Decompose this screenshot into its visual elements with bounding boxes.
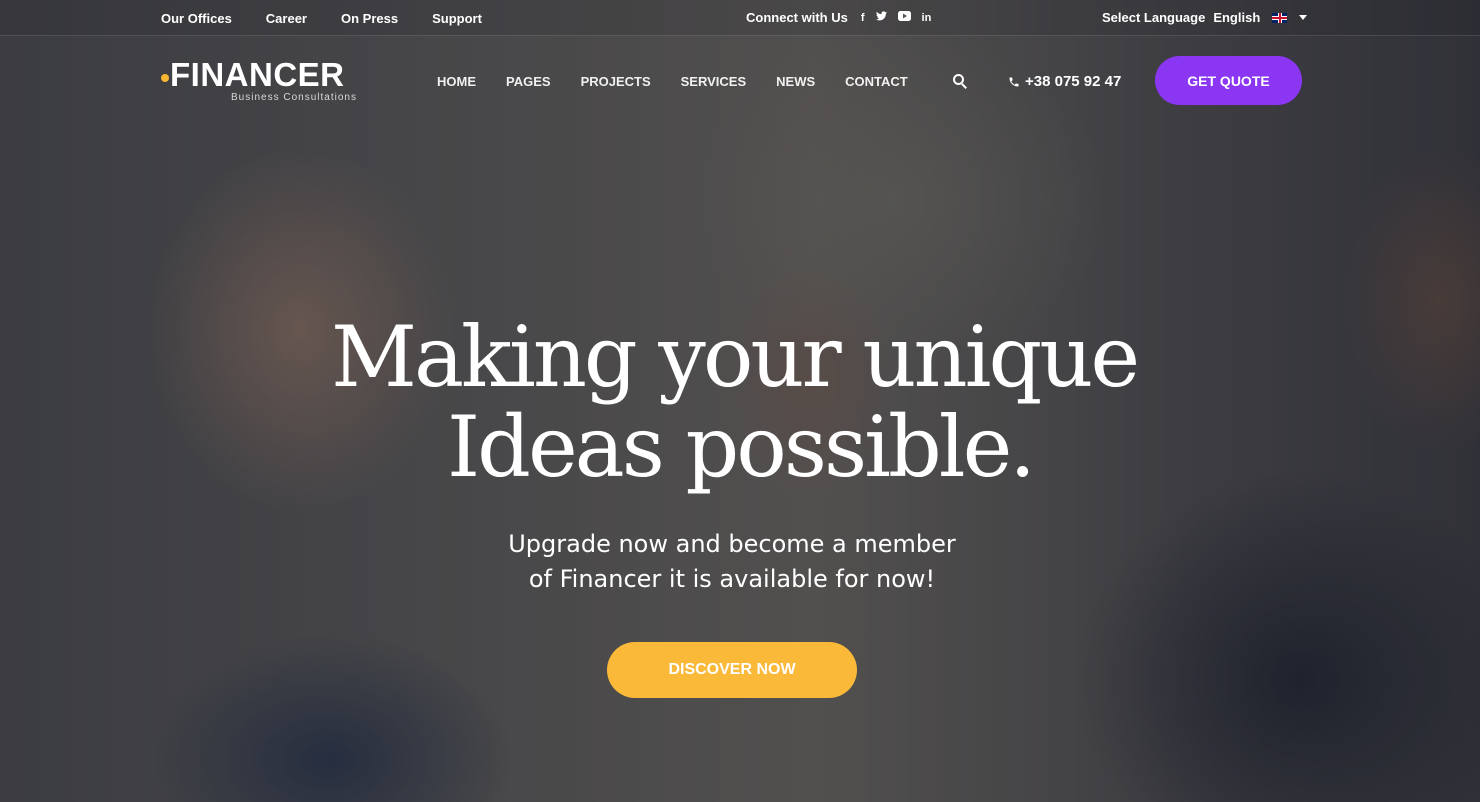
connect-with-us: Connect with Us f in (746, 10, 931, 25)
phone-text: +38 075 92 47 (1025, 73, 1122, 90)
phone-icon (1009, 77, 1019, 86)
logo-wordmark: FINANCER (161, 58, 345, 92)
top-links: Our Offices Career On Press Support (161, 11, 482, 26)
link-support[interactable]: Support (432, 11, 482, 26)
nav-pages[interactable]: PAGES (506, 74, 551, 89)
nav-projects[interactable]: PROJECTS (581, 74, 651, 89)
main-nav: HOME PAGES PROJECTS SERVICES NEWS CONTAC… (437, 74, 908, 89)
linkedin-icon[interactable]: in (922, 12, 932, 24)
nav-home[interactable]: HOME (437, 74, 476, 89)
get-quote-button[interactable]: GET QUOTE (1155, 56, 1302, 105)
headline-line-1: Making your unique (330, 308, 1140, 406)
connect-label: Connect with Us (746, 10, 848, 25)
top-bar: Our Offices Career On Press Support Conn… (0, 0, 1480, 36)
language-label: Select Language (1102, 10, 1206, 25)
logo[interactable]: FINANCER Business Consultations (161, 58, 356, 103)
hero-section: Our Offices Career On Press Support Conn… (0, 0, 1480, 802)
hero-headline: Making your unique Ideas possible. (0, 312, 1480, 492)
twitter-icon[interactable] (875, 11, 887, 24)
nav-news[interactable]: NEWS (776, 74, 815, 89)
nav-services[interactable]: SERVICES (681, 74, 747, 89)
link-our-offices[interactable]: Our Offices (161, 11, 232, 26)
search-icon[interactable] (953, 74, 969, 90)
subtitle-line-2: of Financer it is available for now! (528, 565, 936, 593)
link-career[interactable]: Career (266, 11, 307, 26)
uk-flag-icon (1272, 12, 1288, 23)
logo-tagline: Business Consultations (231, 92, 357, 103)
chevron-down-icon[interactable] (1299, 15, 1308, 20)
discover-now-button[interactable]: DISCOVER NOW (607, 642, 857, 698)
language-value[interactable]: English (1213, 10, 1260, 25)
logo-dot-icon (161, 74, 169, 82)
headline-line-2: Ideas possible. (446, 398, 1036, 496)
logo-name: FINANCER (170, 56, 345, 93)
hero-subtitle: Upgrade now and become a member of Finan… (0, 527, 1464, 597)
search-icon-handle (961, 83, 967, 89)
subtitle-line-1: Upgrade now and become a member (508, 530, 956, 558)
social-links: f in (861, 11, 931, 24)
youtube-icon[interactable] (897, 11, 911, 24)
phone-number[interactable]: +38 075 92 47 (1008, 73, 1121, 90)
facebook-icon[interactable]: f (861, 12, 865, 24)
nav-contact[interactable]: CONTACT (845, 74, 908, 89)
language-selector[interactable]: Select Language English (1102, 10, 1308, 25)
link-on-press[interactable]: On Press (341, 11, 398, 26)
